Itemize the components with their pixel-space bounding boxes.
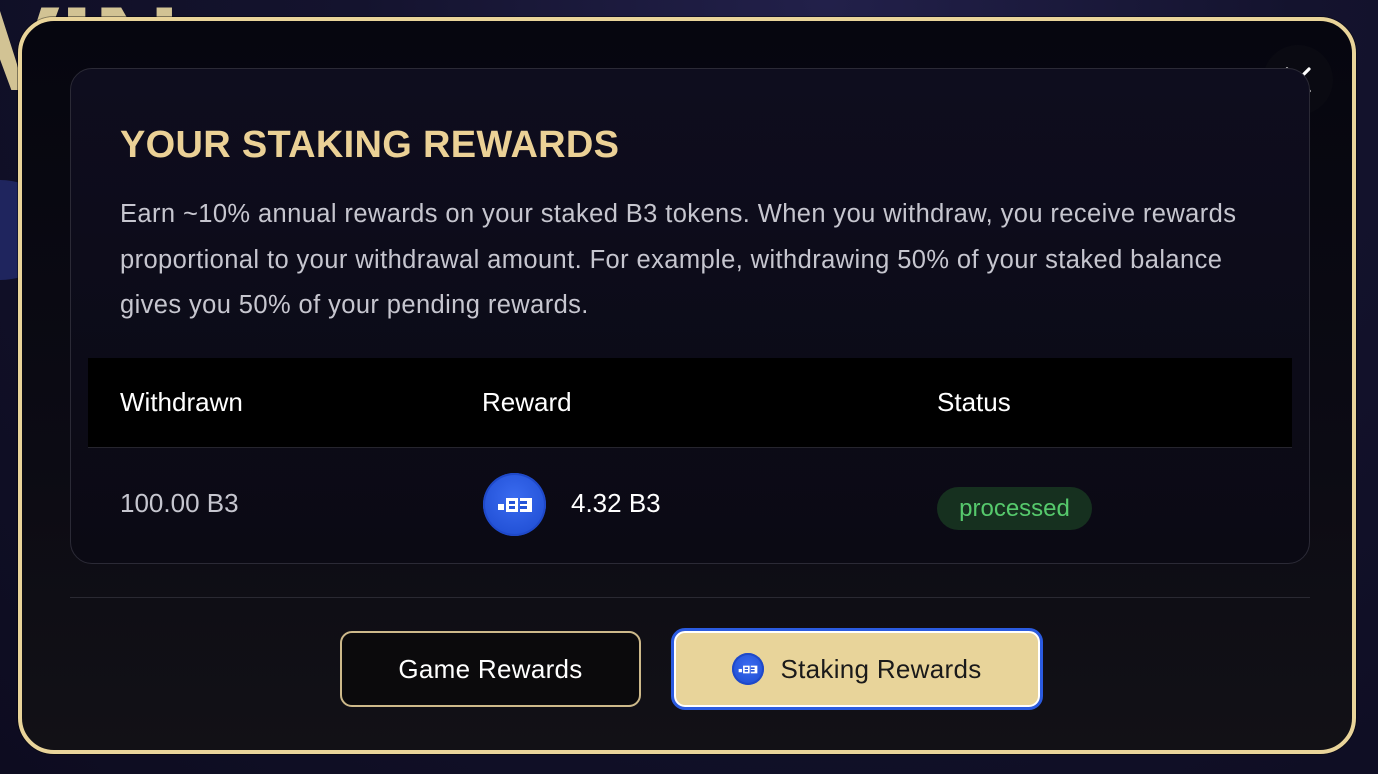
staking-rewards-tab[interactable]: Staking Rewards [671, 628, 1043, 710]
b3-token-small-icon [732, 653, 765, 685]
table-header: Withdrawn Reward Status [88, 358, 1292, 448]
withdrawn-amount: 100.00 B3 [120, 488, 239, 518]
staking-rewards-label: Staking Rewards [780, 653, 982, 684]
b3-logo-small-icon [739, 665, 758, 673]
column-header-reward: Reward [482, 387, 572, 417]
column-header-status: Status [937, 387, 1011, 417]
b3-token-icon [483, 473, 546, 536]
divider [70, 597, 1310, 598]
modal-title: YOUR STAKING REWARDS [120, 124, 620, 166]
reward-amount: 4.32 B3 [571, 488, 661, 518]
column-header-withdrawn: Withdrawn [120, 387, 243, 417]
game-rewards-tab[interactable]: Game Rewards [340, 631, 641, 707]
game-rewards-label: Game Rewards [398, 653, 583, 684]
status-badge: processed [937, 487, 1092, 530]
b3-logo-icon [497, 497, 532, 512]
modal-description: Earn ~10% annual rewards on your staked … [120, 200, 1237, 319]
